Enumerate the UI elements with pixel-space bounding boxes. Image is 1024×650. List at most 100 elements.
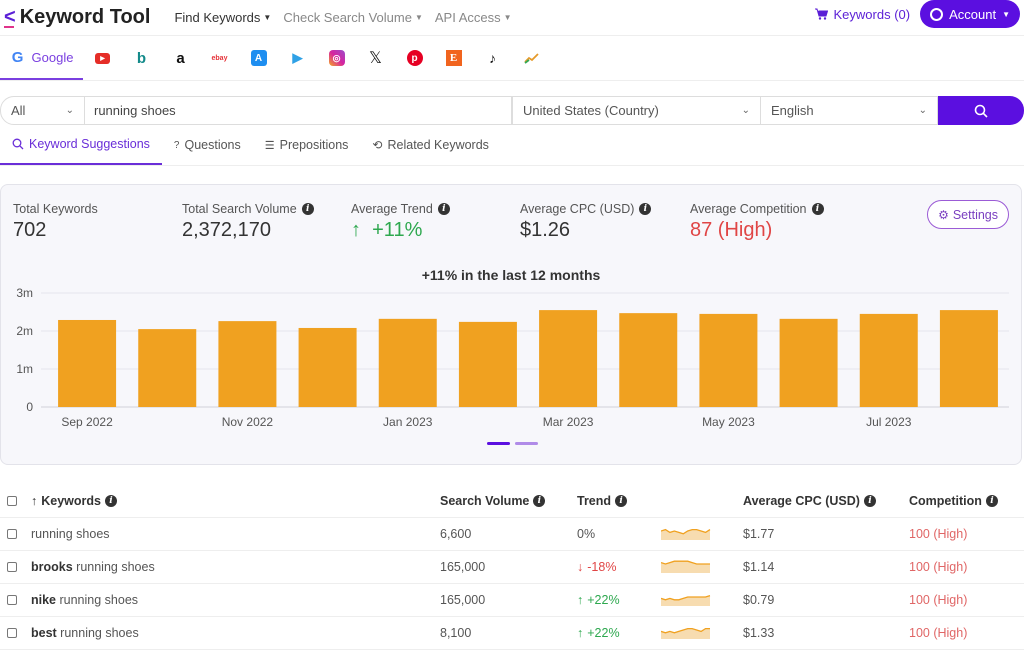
select-all-checkbox[interactable] [7,495,17,506]
keywords-cart-link[interactable]: Keywords (0) [814,7,910,22]
table-row[interactable]: best running shoes 8,100 ↑ +22% $1.33 100 (H… [0,617,1024,650]
tab-tiktok[interactable]: ♪ [473,36,512,80]
nav-find-keywords[interactable]: Find Keywords ▼ [174,10,271,25]
bar[interactable] [218,321,277,407]
search-volume-cell: 8,100 [440,626,472,640]
stat-label: Average Trend [351,202,433,216]
header-cpc[interactable]: Average CPC (USD) i [743,494,909,508]
cpc-cell: $1.14 [743,560,775,574]
tab-play-store[interactable]: ▶ [278,36,317,80]
stat-total-keywords: Total Keywords 702 [13,202,98,242]
keyword-cell[interactable]: brooks running shoes [31,560,440,574]
tab-questions[interactable]: ? Questions [162,125,253,165]
bar[interactable] [138,329,197,407]
table-row[interactable]: running shoes 6,600 0% $1.77 100 (High) [0,518,1024,551]
chart-page-dot-active[interactable] [487,442,510,445]
tab-instagram[interactable]: ◎ [317,36,356,80]
bar[interactable] [779,318,838,407]
info-icon[interactable]: i [615,494,628,507]
tab-etsy[interactable]: E [434,36,473,80]
arrow-up-icon: ↑ [577,593,584,607]
tab-amazon[interactable]: a [161,36,200,80]
tab-prepositions[interactable]: ☰ Prepositions [253,125,361,165]
keyword-cell[interactable]: nike running shoes [31,593,440,607]
keyword-input[interactable]: running shoes [85,96,512,125]
tab-pinterest[interactable]: p [395,36,434,80]
row-checkbox[interactable] [7,595,17,605]
search-button[interactable] [938,96,1024,125]
table-row[interactable]: brooks running shoes 165,000 ↓ -18% $1.14 10… [0,551,1024,584]
tab-ebay[interactable]: ebay [200,36,239,80]
header-competition[interactable]: Competition i [909,494,1024,508]
tab-google[interactable]: G Google [0,36,83,80]
bar[interactable] [939,310,998,407]
row-checkbox[interactable] [7,628,17,638]
row-checkbox[interactable] [7,562,17,572]
x-icon: 𝕏 [369,50,382,67]
bar[interactable] [859,313,918,407]
info-icon[interactable]: i [639,203,652,215]
caret-down-icon: ▼ [1002,9,1010,19]
scope-select[interactable]: All ⌄ [0,96,85,125]
info-icon[interactable]: i [985,494,998,507]
bar[interactable] [298,327,357,407]
info-icon[interactable]: i [301,203,314,215]
tab-trends[interactable] [512,36,551,80]
tab-keyword-suggestions[interactable]: Keyword Suggestions [0,125,162,165]
info-icon[interactable]: i [533,494,546,507]
cpc-cell: $0.79 [743,593,775,607]
platform-tabs: G Google ▶ b a ebay A ▶ ◎ 𝕏 p E ♪ [0,36,1024,81]
trend-value: +22% [587,626,620,640]
stat-total-search-volume: Total Search Volume i 2,372,170 [182,202,314,242]
info-icon[interactable]: i [437,203,450,215]
trend-cell: ↑ +22% [577,626,661,640]
info-icon[interactable]: i [105,494,117,507]
account-button[interactable]: Account ▼ [920,0,1020,28]
keywords-table: ↑ Keywords i Search Volume i Trend i Average… [0,484,1024,650]
keyword-text: running shoes [31,527,110,541]
chart-title: +11% in the last 12 months [421,267,601,283]
bar[interactable] [619,313,678,407]
result-type-tabs: Keyword Suggestions ? Questions ☰ Prepos… [0,125,1024,166]
header-search-volume[interactable]: Search Volume i [440,494,577,508]
row-checkbox[interactable] [7,529,17,539]
competition-cell: 100 (High) [909,527,968,541]
table-row[interactable]: nike running shoes 165,000 ↑ +22% $0.79 100 … [0,584,1024,617]
logo[interactable]: < Keyword Tool [4,6,150,29]
tab-bing[interactable]: b [122,36,161,80]
search-volume-cell: 165,000 [440,593,486,607]
tab-label: Keyword Suggestions [29,137,150,151]
info-icon[interactable]: i [863,494,876,507]
chart-page-dot[interactable] [515,442,538,445]
nav-api-access[interactable]: API Access ▼ [435,10,512,25]
header-trend[interactable]: Trend i [577,494,661,508]
tab-app-store[interactable]: A [239,36,278,80]
tab-youtube[interactable]: ▶ [83,36,122,80]
scope-value: All [11,103,26,118]
keyword-cell[interactable]: best running shoes [31,626,440,640]
x-tick-label: Jan 2023 [383,415,433,429]
language-value: English [771,103,814,118]
amazon-icon: a [176,49,185,67]
search-volume-chart: 0 1m 2m 3m Sep 2022 Nov 2022 Jan 2023 Mar 2023 M… [16,286,1009,429]
settings-button[interactable]: ⚙ Settings [927,200,1009,229]
country-select[interactable]: United States (Country) ⌄ [512,96,761,125]
keyword-input-value: running shoes [94,103,176,118]
keyword-cell[interactable]: running shoes [31,527,440,541]
bar[interactable] [58,319,117,407]
etsy-icon: E [445,50,462,66]
language-select[interactable]: English ⌄ [761,96,938,125]
nav-check-search-volume[interactable]: Check Search Volume ▼ [283,10,423,25]
bar[interactable] [378,318,437,407]
bar[interactable] [699,313,758,407]
header-keywords[interactable]: ↑ Keywords i [31,494,440,508]
google-icon: G [11,48,24,66]
header-label: Trend [577,493,612,508]
keyword-prefix: nike [31,593,57,607]
bar[interactable] [539,310,598,407]
tab-related-keywords[interactable]: ⟲ Related Keywords [360,125,501,165]
stat-value: 87 (High) [690,219,773,241]
tab-x[interactable]: 𝕏 [356,36,395,80]
info-icon[interactable]: i [811,203,824,215]
bar[interactable] [458,321,517,407]
